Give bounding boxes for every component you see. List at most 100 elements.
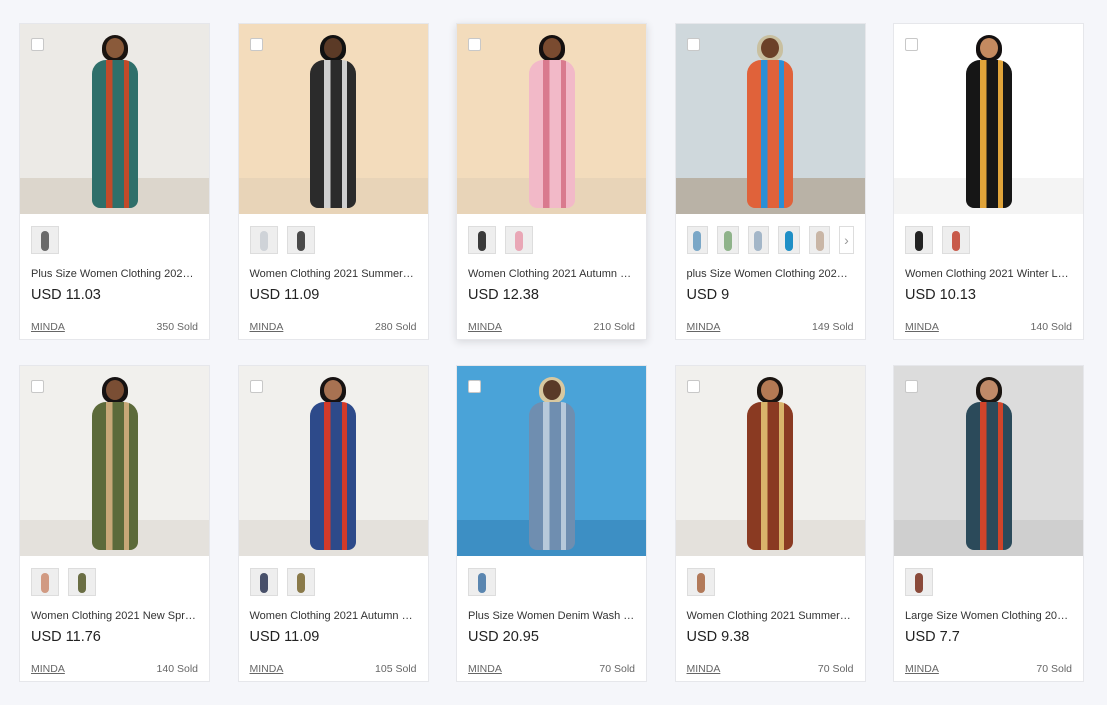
seller-link[interactable]: MINDA [468,321,502,333]
model-figure [747,35,793,208]
product-grid: Plus Size Women Clothing 2021 Fall Strip… [19,23,1084,682]
product-meta: MINDA 140 Sold [20,651,209,675]
model-figure [528,377,575,550]
product-price: USD 7.7 [905,629,960,645]
color-swatch[interactable] [468,568,496,596]
model-figure [965,377,1012,550]
product-title[interactable]: Women Clothing 2021 Summer Striped Bodyc… [239,254,428,283]
color-swatch[interactable] [905,568,933,596]
seller-link[interactable]: MINDA [250,663,284,675]
product-title[interactable]: Women Clothing 2021 Summer Printed Skirt… [676,596,865,625]
checkbox-icon[interactable] [686,380,700,393]
product-meta: MINDA 70 Sold [676,651,865,675]
product-card[interactable]: Women Clothing 2021 Summer Striped Bodyc… [237,23,429,340]
seller-link[interactable]: MINDA [687,663,721,675]
sold-count: 70 Sold [1036,663,1072,675]
product-image[interactable] [894,24,1083,214]
seller-link[interactable]: MINDA [905,321,939,333]
seller-link[interactable]: MINDA [905,663,939,675]
seller-link[interactable]: MINDA [31,321,65,333]
color-swatch[interactable] [68,568,96,596]
product-image[interactable] [457,366,646,556]
model-figure [91,377,138,550]
product-price: USD 11.76 [31,629,101,645]
model-figure [528,35,575,208]
checkbox-icon[interactable] [249,38,263,51]
product-card[interactable]: Large Size Women Clothing 2021 Plaid Bod… [893,365,1084,682]
color-swatch[interactable] [249,226,278,254]
product-image[interactable] [675,24,865,214]
color-swatch[interactable] [808,226,831,254]
color-swatch[interactable] [747,226,770,254]
sold-count: 140 Sold [156,663,198,675]
product-title[interactable]: Large Size Women Clothing 2021 Plaid Bod… [894,596,1083,625]
product-title[interactable]: Plus Size Women Clothing 2021 Fall Strip… [20,254,209,283]
seller-link[interactable]: MINDA [468,663,502,675]
product-image[interactable] [238,24,428,214]
color-swatches: › [676,214,865,254]
product-meta: MINDA 149 Sold [676,309,865,333]
product-title[interactable]: Women Clothing 2021 Winter Leather Pants… [894,254,1083,283]
color-swatch[interactable] [505,226,533,254]
color-swatch[interactable] [778,226,800,254]
product-price: USD 9 [686,287,730,303]
color-swatch[interactable] [286,226,315,254]
product-image[interactable] [457,24,646,214]
checkbox-icon[interactable] [905,38,918,51]
color-swatch[interactable] [905,226,933,254]
product-meta: MINDA 70 Sold [457,651,646,675]
product-image[interactable] [238,366,428,556]
color-swatches [457,214,646,254]
color-swatch[interactable] [468,226,496,254]
seller-link[interactable]: MINDA [250,321,284,333]
product-meta: MINDA 105 Sold [239,651,428,675]
product-card[interactable]: Plus Size Women Denim Wash Jumpsuit USD 2… [456,365,647,682]
product-image[interactable] [20,24,209,214]
product-price: USD 11.09 [249,629,320,645]
product-title[interactable]: Women Clothing 2021 New Spring Pleated D… [20,596,209,625]
product-title[interactable]: Women Clothing 2021 Autumn Floral Jumpsu… [457,254,646,283]
product-image[interactable] [894,366,1083,556]
color-swatch[interactable] [31,568,59,596]
product-title[interactable]: plus Size Women Clothing 2021 Printed Ma… [676,254,865,283]
sold-count: 210 Sold [593,321,635,333]
product-card[interactable]: Women Clothing 2021 Autumn Floral Jumpsu… [456,23,647,340]
product-image[interactable] [675,366,865,556]
sold-count: 280 Sold [375,321,417,333]
chevron-right-icon[interactable]: › [839,226,854,254]
color-swatch[interactable] [942,226,970,254]
product-title[interactable]: Women Clothing 2021 Autumn Printed Jumps… [239,596,428,625]
product-card[interactable]: Women Clothing 2021 Autumn Printed Jumps… [237,365,429,682]
sold-count: 105 Sold [375,663,417,675]
product-card[interactable]: Women Clothing 2021 Summer Printed Skirt… [674,365,866,682]
checkbox-icon[interactable] [249,380,263,393]
product-meta: MINDA 350 Sold [20,309,209,333]
color-swatch[interactable] [686,568,715,596]
product-image[interactable] [20,366,209,556]
product-meta: MINDA 210 Sold [457,309,646,333]
color-swatch[interactable] [249,568,278,596]
checkbox-icon[interactable] [468,380,481,393]
product-card[interactable]: Women Clothing 2021 New Spring Pleated D… [19,365,210,682]
product-card[interactable]: Plus Size Women Clothing 2021 Fall Strip… [19,23,210,340]
color-swatches [239,214,428,254]
color-swatch[interactable] [717,226,739,254]
color-swatch[interactable] [31,226,59,254]
seller-link[interactable]: MINDA [31,663,65,675]
color-swatch[interactable] [686,226,709,254]
product-card[interactable]: Women Clothing 2021 Winter Leather Pants… [893,23,1084,340]
checkbox-icon[interactable] [31,38,44,51]
checkbox-icon[interactable] [686,38,700,51]
sold-count: 70 Sold [599,663,635,675]
checkbox-icon[interactable] [31,380,44,393]
product-card[interactable]: ›plus Size Women Clothing 2021 Printed M… [674,23,866,340]
sold-count: 149 Sold [812,321,854,333]
model-figure [965,35,1012,208]
product-title[interactable]: Plus Size Women Denim Wash Jumpsuit [457,596,646,625]
color-swatches [20,214,209,254]
model-figure [310,35,356,208]
seller-link[interactable]: MINDA [687,321,721,333]
color-swatch[interactable] [286,568,315,596]
checkbox-icon[interactable] [905,380,918,393]
checkbox-icon[interactable] [468,38,481,51]
